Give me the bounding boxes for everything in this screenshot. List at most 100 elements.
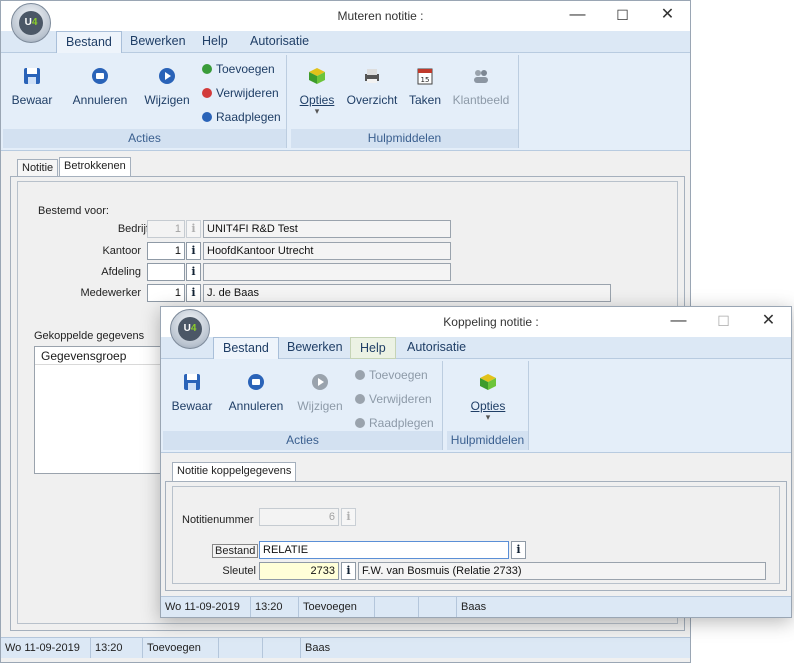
bestand-field[interactable]: RELATIE	[259, 541, 509, 559]
gegevensgroep-column-header[interactable]: Gegevensgroep	[35, 347, 173, 365]
kantoor-name-field: HoofdKantoor Utrecht	[203, 242, 451, 260]
notitienummer-label: Notitienummer	[182, 514, 254, 526]
status-time: 13:20	[251, 597, 299, 617]
menu-help[interactable]: Help	[193, 31, 237, 53]
annuleren-button[interactable]: Annuleren	[223, 371, 289, 413]
toevoegen-button[interactable]: Toevoegen	[202, 62, 275, 76]
kantoor-info-button[interactable]: i	[186, 242, 201, 260]
verwijderen-button[interactable]: Verwijderen	[202, 86, 279, 100]
status-empty-2	[419, 597, 457, 617]
menu-bestand[interactable]: Bestand	[56, 31, 122, 54]
info-icon: i	[346, 510, 351, 523]
bedrijf-code-field[interactable]: 1	[147, 220, 185, 238]
menu-help[interactable]: Help	[350, 337, 396, 359]
opties-button[interactable]: Opties ▾	[295, 65, 339, 116]
raadplegen-button[interactable]: Raadplegen	[355, 416, 434, 430]
status-user: Baas	[305, 642, 331, 654]
kantoor-code-field[interactable]: 1	[147, 242, 185, 260]
maximize-button[interactable]: ☐	[600, 1, 645, 31]
notitienummer-info-button[interactable]: i	[341, 508, 356, 526]
bestand-label-button[interactable]: Bestand	[212, 544, 258, 558]
taken-button[interactable]: 15 Taken	[405, 65, 445, 107]
group-label-hulpmiddelen: Hulpmiddelen	[291, 129, 518, 148]
save-icon	[24, 68, 40, 84]
minimize-button[interactable]: —	[656, 307, 701, 337]
menu-autorisatie[interactable]: Autorisatie	[241, 31, 318, 53]
medewerker-code-field[interactable]: 1	[147, 284, 185, 302]
dialog-status-bar: Wo 11-09-2019 13:20 Toevoegen Baas	[161, 596, 791, 617]
close-button[interactable]: ✕	[746, 307, 791, 337]
dialog-menu-bar: Bestand Bewerken Help Autorisatie	[161, 337, 791, 360]
wijzigen-button[interactable]: Wijzigen	[139, 65, 195, 107]
afdeling-label: Afdeling	[101, 266, 141, 278]
tab-notitie[interactable]: Notitie	[17, 159, 59, 177]
sleutel-label: Sleutel	[222, 565, 256, 577]
bedrijf-info-button[interactable]: i	[186, 220, 201, 238]
menu-autorisatie[interactable]: Autorisatie	[398, 337, 475, 359]
info-icon: i	[191, 265, 196, 278]
app-logo[interactable]: U4	[170, 309, 210, 349]
dialog-title-bar: Koppeling notitie : — ☐ ✕	[161, 307, 791, 337]
dialog-ribbon: Bewaar Annuleren Wijzigen Toevoegen Verw…	[161, 359, 791, 453]
afdeling-name-field	[203, 263, 451, 281]
status-mode: Toevoegen	[299, 597, 375, 617]
annuleren-button[interactable]: Annuleren	[65, 65, 135, 107]
status-empty-1	[219, 638, 263, 658]
menu-bewerken[interactable]: Bewerken	[278, 337, 352, 359]
gekoppelde-gegevens-list[interactable]: Gegevensgroep	[34, 346, 174, 474]
bewaar-button[interactable]: Bewaar	[163, 371, 221, 413]
bestand-info-button[interactable]: i	[511, 541, 526, 559]
sleutel-field[interactable]: 2733	[259, 562, 339, 580]
status-bar: Wo 11-09-2019 13:20 Toevoegen Baas	[1, 637, 690, 658]
tab-notitie-koppelgegevens[interactable]: Notitie koppelgegevens	[172, 462, 297, 482]
status-mode: Toevoegen	[143, 638, 219, 658]
klantbeeld-button[interactable]: Klantbeeld	[449, 65, 513, 107]
kantoor-label: Kantoor	[102, 245, 141, 257]
tab-betrokkenen[interactable]: Betrokkenen	[59, 157, 131, 177]
menu-bestand[interactable]: Bestand	[213, 337, 279, 360]
notitienummer-field: 6	[259, 508, 339, 526]
bewaar-button[interactable]: Bewaar	[3, 65, 61, 107]
add-icon	[202, 64, 212, 74]
gekoppelde-gegevens-label: Gekoppelde gegevens	[34, 330, 145, 342]
status-user: Baas	[461, 601, 487, 613]
medewerker-label: Medewerker	[80, 287, 141, 299]
menu-bar: Bestand Bewerken Help Autorisatie	[1, 31, 690, 54]
app-logo[interactable]: U4	[11, 3, 51, 43]
group-label-acties: Acties	[163, 431, 442, 450]
medewerker-info-button[interactable]: i	[186, 284, 201, 302]
sleutel-info-button[interactable]: i	[341, 562, 356, 580]
group-label-acties: Acties	[3, 129, 286, 148]
toevoegen-button[interactable]: Toevoegen	[355, 368, 428, 382]
edit-icon	[159, 68, 175, 84]
info-icon: i	[191, 244, 196, 257]
delete-icon	[355, 394, 365, 404]
raadplegen-button[interactable]: Raadplegen	[202, 110, 281, 124]
info-icon	[202, 112, 212, 122]
options-cube-icon	[309, 68, 325, 84]
status-empty-2	[263, 638, 301, 658]
group-label-hulpmiddelen: Hulpmiddelen	[447, 431, 528, 450]
calendar-icon: 15	[417, 68, 433, 85]
overzicht-button[interactable]: Overzicht	[343, 65, 401, 107]
bestemd-voor-label: Bestemd voor:	[38, 205, 109, 217]
afdeling-code-field[interactable]	[147, 263, 185, 281]
maximize-button[interactable]: ☐	[701, 307, 746, 337]
add-icon	[355, 370, 365, 380]
ribbon-group-hulpmiddelen: Opties ▾ Hulpmiddelen	[447, 361, 529, 450]
ribbon-group-acties: Bewaar Annuleren Wijzigen Toevoegen Verw…	[3, 55, 287, 148]
opties-button[interactable]: Opties ▾	[465, 371, 511, 422]
title-bar: Muteren notitie : — ☐ ✕	[1, 1, 690, 31]
wijzigen-button[interactable]: Wijzigen	[293, 371, 347, 413]
sleutel-name-field: F.W. van Bosmuis (Relatie 2733)	[358, 562, 766, 580]
info-icon: i	[191, 222, 196, 235]
close-button[interactable]: ✕	[645, 1, 690, 31]
minimize-button[interactable]: —	[555, 1, 600, 31]
afdeling-info-button[interactable]: i	[186, 263, 201, 281]
verwijderen-button[interactable]: Verwijderen	[355, 392, 432, 406]
ribbon-group-hulpmiddelen: Opties ▾ Overzicht 15 Taken Klantbeeld H…	[291, 55, 519, 148]
koppeling-dialog: Koppeling notitie : — ☐ ✕ U4 Bestand Bew…	[160, 306, 792, 618]
menu-bewerken[interactable]: Bewerken	[121, 31, 195, 53]
save-icon	[184, 374, 200, 390]
bedrijf-label: Bedrijf	[117, 223, 149, 235]
